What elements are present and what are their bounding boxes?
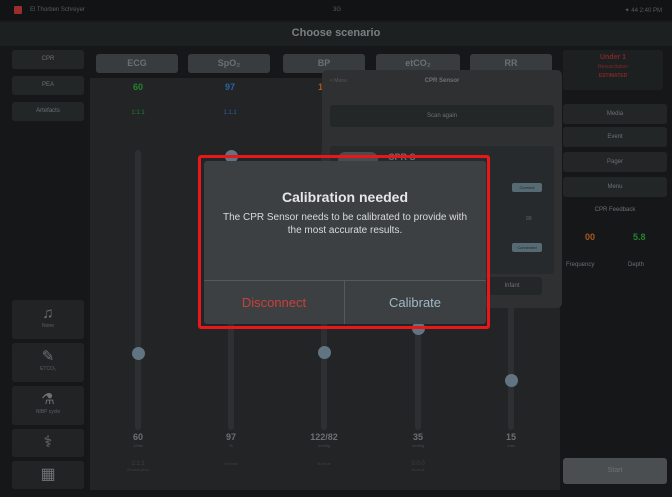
highlight-frame — [198, 155, 490, 329]
app-screen: El Thorben Schreyer 3G ✦ 44 2:40 PM Choo… — [0, 0, 672, 497]
